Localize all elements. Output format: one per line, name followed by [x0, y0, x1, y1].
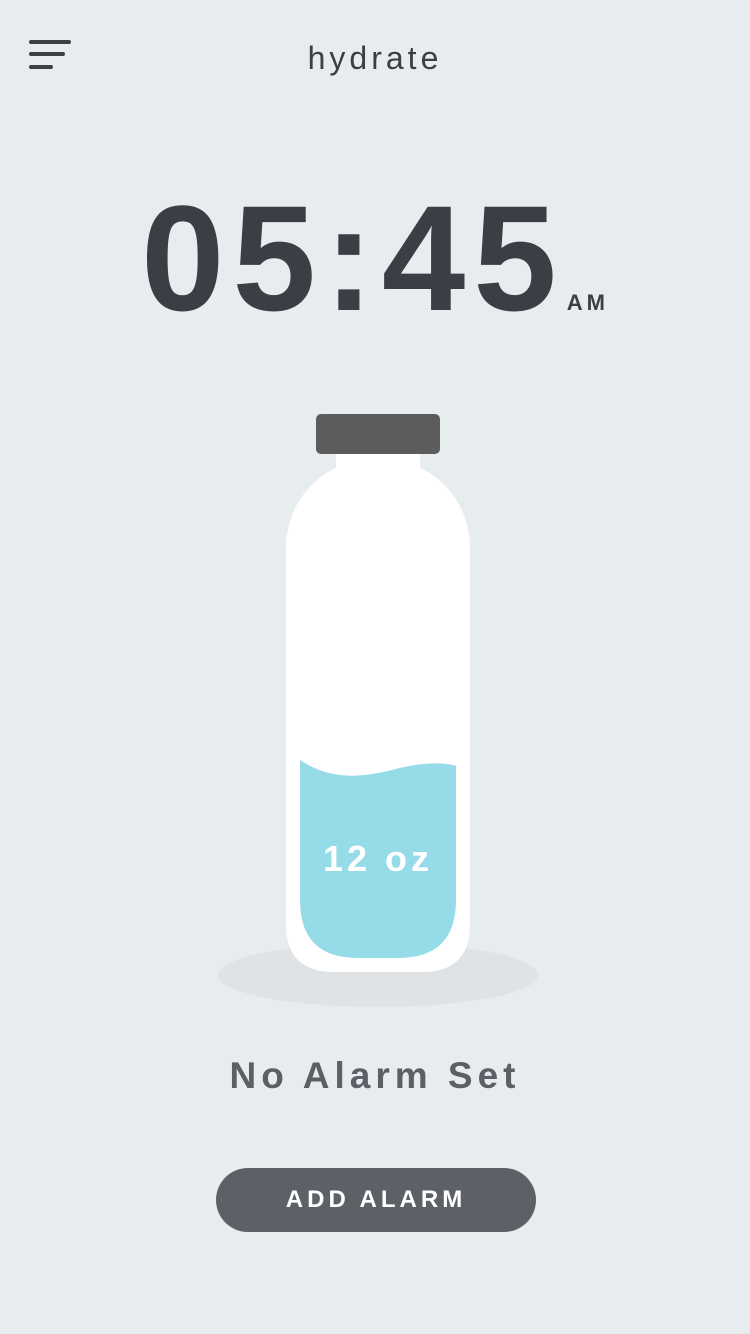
clock: 05:45AM	[0, 183, 750, 333]
clock-ampm: AM	[566, 290, 609, 315]
alarm-status: No Alarm Set	[229, 1055, 521, 1096]
bottle-water	[300, 760, 456, 958]
add-alarm-button[interactable]: ADD ALARM	[216, 1168, 536, 1232]
water-amount-label: 12 oz	[322, 838, 434, 879]
app-title: hydrate	[307, 40, 443, 76]
bottle-body	[286, 458, 470, 972]
bottle-cap	[316, 414, 440, 454]
clock-time: 05:45	[141, 174, 565, 342]
bottle-neck	[336, 446, 420, 476]
bottle-shadow	[218, 943, 538, 1007]
